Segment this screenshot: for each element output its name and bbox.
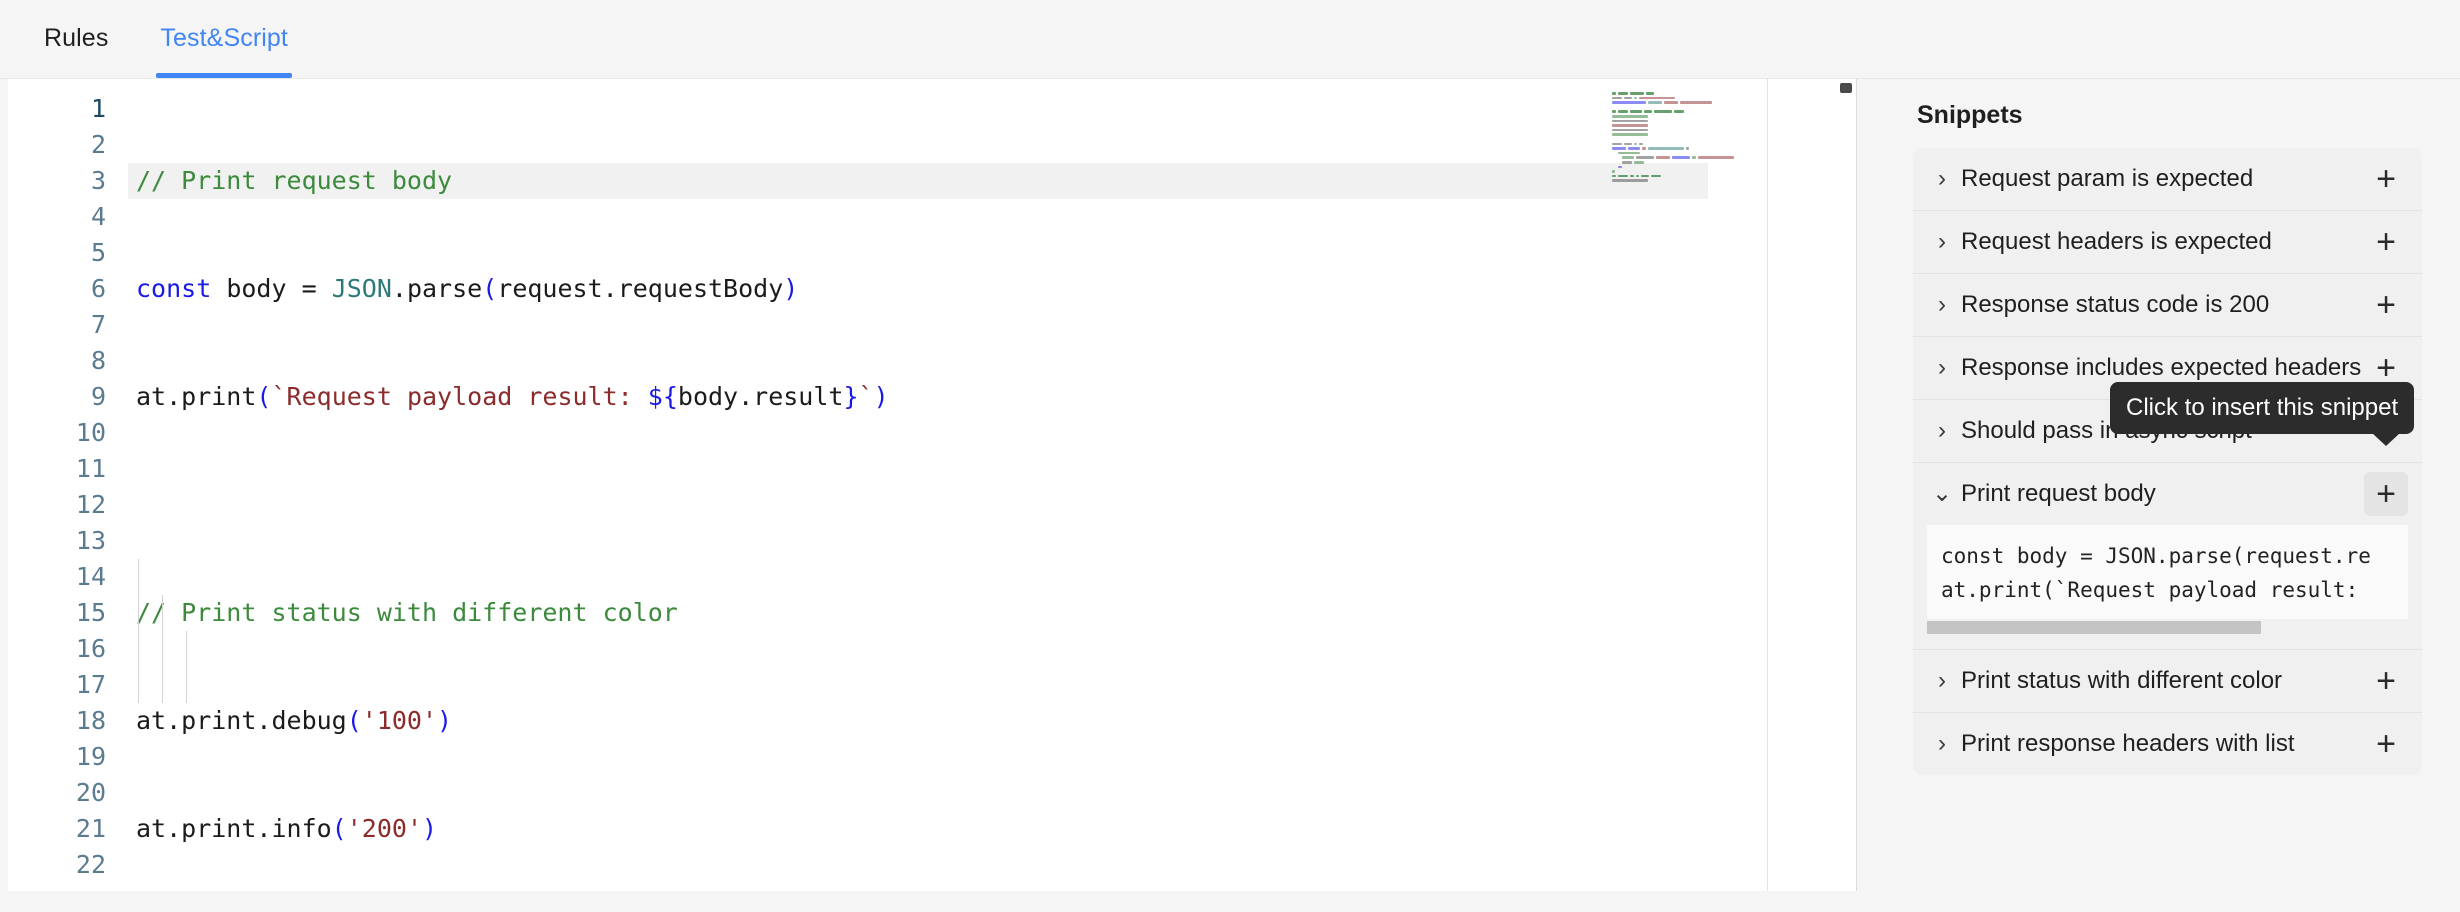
snippet-header[interactable]: ›Response status code is 200+ <box>1913 274 2422 336</box>
code-line[interactable]: at.print.info('200') <box>136 811 1856 847</box>
code-line[interactable]: // Print status with different color <box>136 595 1856 631</box>
chevron-right-icon[interactable]: › <box>1929 419 1955 443</box>
chevron-right-icon[interactable]: › <box>1929 293 1955 317</box>
insert-snippet-tooltip: Click to insert this snippet <box>2110 382 2414 434</box>
line-number: 1 <box>8 91 116 127</box>
snippet-label: Request headers is expected <box>1961 228 2364 256</box>
chevron-right-icon[interactable]: › <box>1929 167 1955 191</box>
code-line[interactable] <box>136 487 1856 523</box>
line-number: 13 <box>8 523 116 559</box>
line-number: 16 <box>8 631 116 667</box>
tab-test-and-script-label: Test&Script <box>160 24 288 53</box>
snippet-label: Request param is expected <box>1961 165 2364 193</box>
snippets-list: ›Request param is expected+›Request head… <box>1913 148 2422 775</box>
line-number: 14 <box>8 559 116 595</box>
chevron-right-icon[interactable]: › <box>1929 356 1955 380</box>
line-number: 15 <box>8 595 116 631</box>
line-number-gutter: 12345678910111213141516171819202122 <box>8 91 116 883</box>
plus-icon[interactable]: + <box>2364 157 2408 201</box>
minimap-line <box>1604 187 1764 192</box>
snippet-label: Response includes expected headers <box>1961 354 2364 382</box>
snippet-header[interactable]: ⌄Print request body+ <box>1913 463 2422 525</box>
snippet-item: ›Request param is expected+ <box>1913 148 2422 211</box>
tab-test-and-script[interactable]: Test&Script <box>134 0 314 78</box>
line-number: 19 <box>8 739 116 775</box>
code-content[interactable]: // Print request body const body = JSON.… <box>136 91 1856 891</box>
editor-minimap[interactable] <box>1604 91 1764 851</box>
chevron-right-icon[interactable]: › <box>1929 230 1955 254</box>
line-number: 20 <box>8 775 116 811</box>
snippet-label: Print request body <box>1961 480 2364 508</box>
snippet-preview: const body = JSON.parse(request.re at.pr… <box>1913 525 2422 649</box>
tab-rules[interactable]: Rules <box>18 0 134 78</box>
line-number: 11 <box>8 451 116 487</box>
line-number: 21 <box>8 811 116 847</box>
snippets-panel-title: Snippets <box>1917 101 2422 130</box>
line-number: 18 <box>8 703 116 739</box>
code-line[interactable]: // Print request body <box>128 163 1708 199</box>
line-number: 8 <box>8 343 116 379</box>
code-line[interactable]: const body = JSON.parse(request.requestB… <box>136 271 1856 307</box>
plus-icon[interactable]: + <box>2364 283 2408 327</box>
tab-rules-label: Rules <box>44 24 108 53</box>
code-editor-panel[interactable]: 12345678910111213141516171819202122 // P… <box>8 79 1857 891</box>
snippet-code: const body = JSON.parse(request.re at.pr… <box>1927 525 2408 619</box>
line-number: 7 <box>8 307 116 343</box>
line-number: 3 <box>8 163 116 199</box>
chevron-right-icon[interactable]: › <box>1929 669 1955 693</box>
line-number: 10 <box>8 415 116 451</box>
snippet-header[interactable]: ›Print response headers with list+ <box>1913 713 2422 775</box>
tooltip-text: Click to insert this snippet <box>2126 394 2398 421</box>
line-number: 6 <box>8 271 116 307</box>
line-number: 9 <box>8 379 116 415</box>
chevron-down-icon[interactable]: ⌄ <box>1929 482 1955 506</box>
plus-icon[interactable]: + <box>2364 472 2408 516</box>
snippet-header[interactable]: ›Request headers is expected+ <box>1913 211 2422 273</box>
snippet-item: ›Response status code is 200+ <box>1913 274 2422 337</box>
code-editor[interactable]: 12345678910111213141516171819202122 // P… <box>8 79 1856 891</box>
indent-guide <box>186 631 187 703</box>
line-number: 2 <box>8 127 116 163</box>
snippet-header[interactable]: ›Request param is expected+ <box>1913 148 2422 210</box>
tab-bar: Rules Test&Script <box>0 0 2460 79</box>
indent-guide <box>162 595 163 703</box>
snippet-header[interactable]: ›Print status with different color+ <box>1913 650 2422 712</box>
line-number: 5 <box>8 235 116 271</box>
snippet-item: ⌄Print request body+const body = JSON.pa… <box>1913 463 2422 650</box>
snippet-item: ›Print response headers with list+ <box>1913 713 2422 775</box>
snippet-horizontal-scrollbar[interactable] <box>1927 619 2408 635</box>
scrollbar-divider <box>1767 79 1768 891</box>
chevron-right-icon[interactable]: › <box>1929 732 1955 756</box>
snippet-item: ›Print status with different color+ <box>1913 650 2422 713</box>
plus-icon[interactable]: + <box>2364 220 2408 264</box>
test-script-editor-page: Rules Test&Script 1234567891011121314151… <box>0 0 2460 912</box>
line-number: 12 <box>8 487 116 523</box>
snippet-item: ›Request headers is expected+ <box>1913 211 2422 274</box>
snippet-label: Response status code is 200 <box>1961 291 2364 319</box>
snippets-panel: Snippets ›Request param is expected+›Req… <box>1875 79 2460 912</box>
vertical-scrollbar[interactable] <box>1840 83 1852 93</box>
plus-icon[interactable]: + <box>2364 659 2408 703</box>
line-number: 22 <box>8 847 116 883</box>
snippet-label: Print status with different color <box>1961 667 2364 695</box>
code-line[interactable]: at.print(`Request payload result: ${body… <box>136 379 1856 415</box>
snippet-label: Print response headers with list <box>1961 730 2364 758</box>
line-number: 4 <box>8 199 116 235</box>
code-line[interactable]: at.print.debug('100') <box>136 703 1856 739</box>
indent-guide <box>138 559 139 703</box>
line-number: 17 <box>8 667 116 703</box>
snippet-scrollbar-thumb[interactable] <box>1927 621 2261 634</box>
plus-icon[interactable]: + <box>2364 722 2408 766</box>
